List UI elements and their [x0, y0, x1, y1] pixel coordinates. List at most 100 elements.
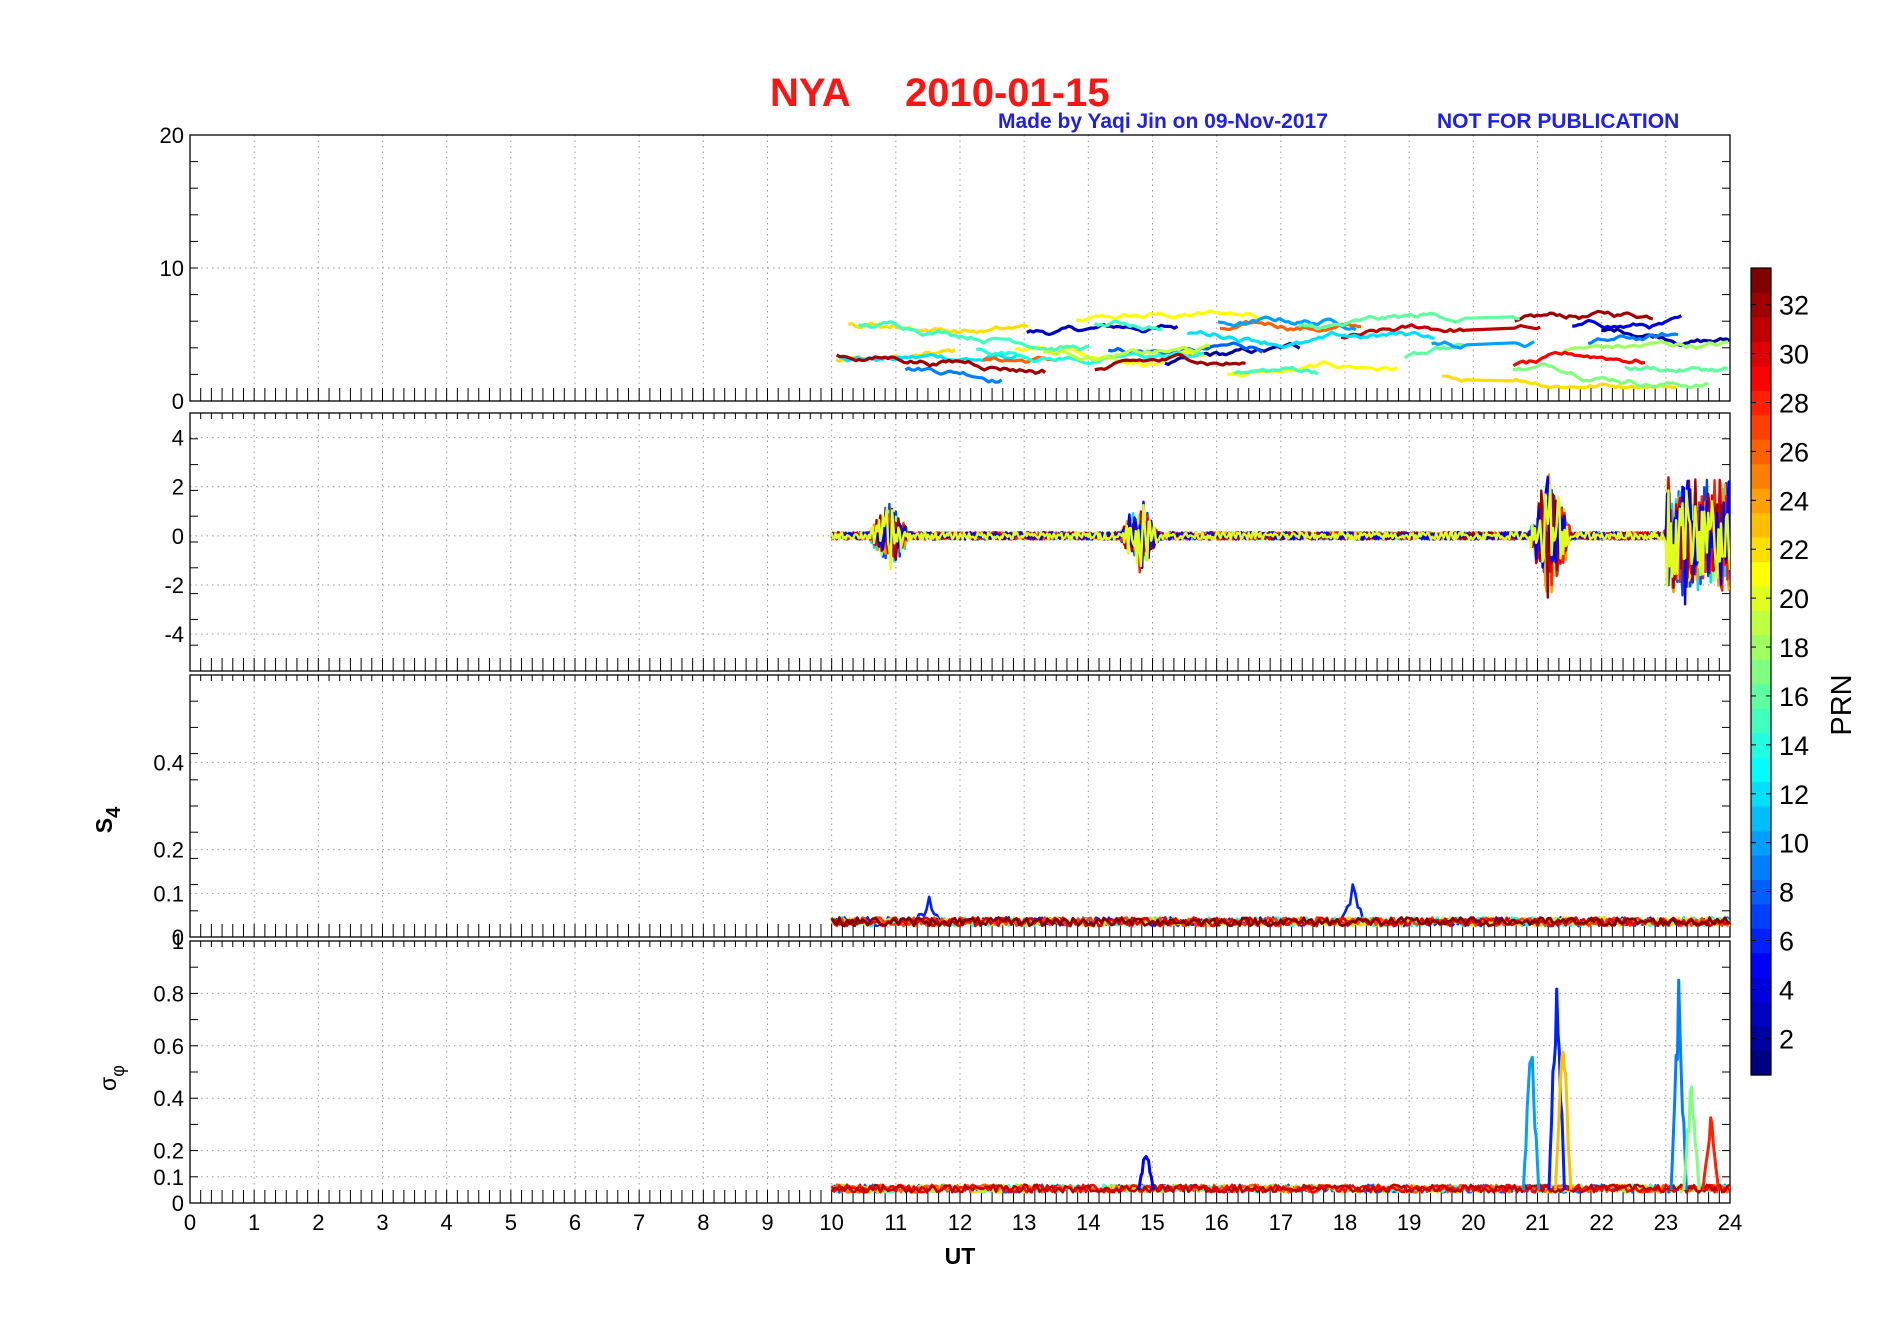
y-tick-label: 0 [172, 1191, 184, 1216]
sigma-phi-peak [1682, 1085, 1701, 1191]
colorbar-segment [1751, 512, 1771, 538]
title-station: NYA [770, 71, 851, 115]
colorbar-segment [1751, 365, 1771, 391]
y-tick-label: 0.2 [153, 1139, 184, 1164]
x-tick-label: 14 [1076, 1210, 1100, 1235]
colorbar-segment [1751, 463, 1771, 489]
x-tick-label: 17 [1269, 1210, 1293, 1235]
colorbar-segment [1751, 1050, 1771, 1076]
vtec-trace [1075, 309, 1260, 323]
panel-sigma_phi: 00.10.2 0.4 0.6 0.8 1 [153, 929, 1731, 1216]
colorbar: 2468101214161820222426283032 [1750, 267, 1809, 1076]
colorbar-tick-label: 6 [1779, 927, 1794, 957]
x-tick-label: 9 [761, 1210, 773, 1235]
colorbar-segment [1751, 561, 1771, 587]
x-tick-label: 7 [633, 1210, 645, 1235]
x-tick-label: 12 [948, 1210, 972, 1235]
x-tick-label: 13 [1012, 1210, 1036, 1235]
x-tick-label: 3 [376, 1210, 388, 1235]
colorbar-tick-label: 18 [1779, 633, 1809, 663]
colorbar-label: PRN [1826, 674, 1858, 735]
colorbar-segment [1751, 854, 1771, 880]
panels-group: 01020-4-202400.10.20.400.10.20.40.60.81 [153, 123, 1731, 1216]
y-tick-label: 0 [172, 524, 184, 549]
colorbar-segment [1751, 414, 1771, 440]
colorbar-tick-label: 16 [1779, 682, 1809, 712]
y-tick-label: 20 [160, 123, 184, 148]
colorbar-tick-label: 20 [1779, 584, 1809, 614]
vtec-trace [1512, 350, 1646, 368]
colorbar-tick-label: 2 [1779, 1024, 1794, 1054]
sigma-phi-peak [1521, 1055, 1541, 1190]
sigma-phi-peak [1136, 1155, 1156, 1191]
sigma-phi-peak [1669, 978, 1688, 1190]
x-tick-label: 4 [441, 1210, 453, 1235]
colorbar-tick-label: 22 [1779, 535, 1809, 565]
y-tick-label: 0.4 [153, 750, 184, 775]
x-tick-label: 19 [1397, 1210, 1421, 1235]
panel-s4: 00.10.20.4 [153, 674, 1731, 950]
colorbar-segment [1751, 268, 1771, 294]
colorbar-segment [1751, 610, 1771, 636]
x-tick-label: 5 [505, 1210, 517, 1235]
colorbar-tick-label: 4 [1779, 975, 1794, 1005]
x-tick-label: 11 [884, 1210, 907, 1235]
colorbar-tick-label: 24 [1779, 486, 1809, 516]
colorbar-segment [1751, 659, 1771, 685]
colorbar-segment [1751, 952, 1771, 978]
colorbar-tick-label: 14 [1779, 731, 1809, 761]
x-tick-label: 1 [248, 1210, 260, 1235]
x-tick-label: 0 [184, 1210, 196, 1235]
y-tick-label: 1 [172, 929, 184, 954]
panel-rot: -4 -2 0 2 4 [164, 412, 1731, 672]
y-tick-label: -2 [164, 573, 184, 598]
x-tick-label: 16 [1204, 1210, 1228, 1235]
sigma-phi-peak [1701, 1116, 1720, 1191]
y-tick-label: 0 [172, 389, 184, 414]
title-date: 2010-01-15 [905, 71, 1110, 115]
vtec-trace [1624, 365, 1728, 374]
y-tick-label: 10 [160, 256, 184, 281]
vtec-trace [1514, 309, 1654, 323]
x-tick-label: 10 [819, 1210, 843, 1235]
notice-text: NOT FOR PUBLICATION [1437, 110, 1679, 133]
y-tick-label: 0.8 [153, 981, 184, 1006]
y-tick-label: 0.6 [153, 1034, 184, 1059]
x-tick-label: 18 [1333, 1210, 1357, 1235]
y-tick-label: 0.2 [153, 838, 184, 863]
y-tick-label: 0.4 [153, 1086, 184, 1111]
colorbar-segment [1751, 1001, 1771, 1027]
y-tick-label: 4 [172, 426, 184, 451]
colorbar-tick-label: 10 [1779, 829, 1809, 859]
scintillation-figure: NYA 2010-01-15 Made by Yaqi Jin on 09-No… [91, 71, 1858, 1269]
y-tick-label: 0.1 [153, 881, 184, 906]
x-tick-label: 15 [1140, 1210, 1164, 1235]
colorbar-tick-label: 12 [1779, 780, 1809, 810]
panel-vtec: 0 10 20 [160, 123, 1731, 414]
y-tick-label: -4 [164, 622, 184, 647]
y-tick-label: 2 [172, 475, 184, 500]
colorbar-segment [1751, 316, 1771, 342]
y-label-sigma-phi: σφ [95, 1065, 128, 1091]
y-label-s4: S4 [91, 806, 125, 833]
x-tick-label: 23 [1654, 1210, 1678, 1235]
colorbar-tick-label: 26 [1779, 437, 1809, 467]
colorbar-tick-label: 8 [1779, 878, 1794, 908]
x-tick-label: 6 [569, 1210, 581, 1235]
colorbar-segment [1751, 757, 1771, 783]
colorbar-tick-label: 32 [1779, 291, 1809, 321]
colorbar-tick-label: 30 [1779, 340, 1809, 370]
x-tick-label: 24 [1718, 1210, 1742, 1235]
x-tick-label: 2 [312, 1210, 324, 1235]
colorbar-segment [1751, 708, 1771, 734]
y-tick-label: 0.1 [153, 1165, 184, 1190]
x-tick-label: 20 [1461, 1210, 1485, 1235]
x-tick-label: 8 [697, 1210, 709, 1235]
colorbar-segment [1751, 903, 1771, 929]
x-axis-label: UT [945, 1243, 976, 1269]
colorbar-tick-label: 28 [1779, 389, 1809, 419]
vtec-trace [1512, 362, 1709, 390]
x-tick-label: 21 [1525, 1210, 1549, 1235]
colorbar-segment [1751, 806, 1771, 832]
credit-text: Made by Yaqi Jin on 09-Nov-2017 [998, 110, 1328, 133]
